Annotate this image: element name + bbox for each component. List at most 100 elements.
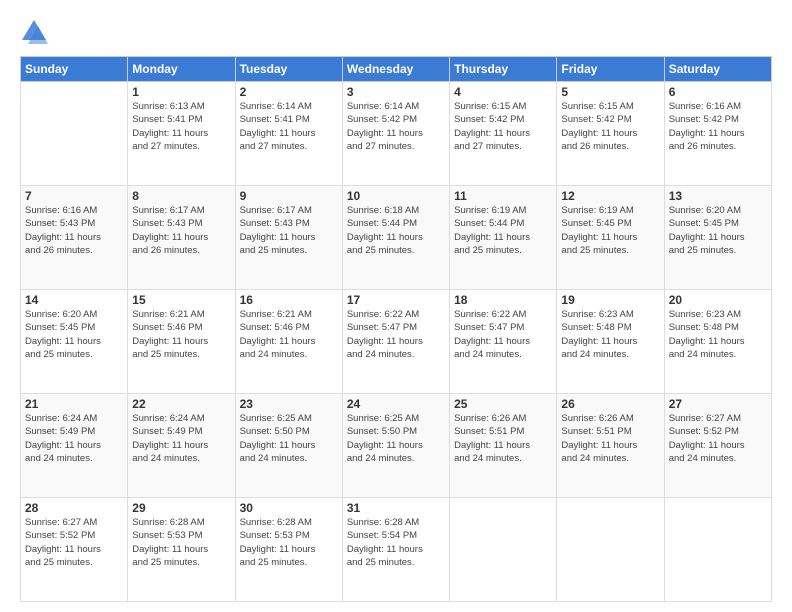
day-info: Sunrise: 6:21 AM Sunset: 5:46 PM Dayligh… bbox=[240, 308, 338, 361]
day-number: 20 bbox=[669, 293, 767, 307]
calendar-cell: 9Sunrise: 6:17 AM Sunset: 5:43 PM Daylig… bbox=[235, 186, 342, 290]
day-number: 17 bbox=[347, 293, 445, 307]
day-number: 5 bbox=[561, 85, 659, 99]
col-header-sunday: Sunday bbox=[21, 57, 128, 82]
calendar-cell: 19Sunrise: 6:23 AM Sunset: 5:48 PM Dayli… bbox=[557, 290, 664, 394]
day-info: Sunrise: 6:18 AM Sunset: 5:44 PM Dayligh… bbox=[347, 204, 445, 257]
calendar-cell: 25Sunrise: 6:26 AM Sunset: 5:51 PM Dayli… bbox=[450, 394, 557, 498]
day-info: Sunrise: 6:21 AM Sunset: 5:46 PM Dayligh… bbox=[132, 308, 230, 361]
calendar-cell: 29Sunrise: 6:28 AM Sunset: 5:53 PM Dayli… bbox=[128, 498, 235, 602]
calendar-cell: 13Sunrise: 6:20 AM Sunset: 5:45 PM Dayli… bbox=[664, 186, 771, 290]
day-number: 15 bbox=[132, 293, 230, 307]
col-header-wednesday: Wednesday bbox=[342, 57, 449, 82]
day-info: Sunrise: 6:22 AM Sunset: 5:47 PM Dayligh… bbox=[454, 308, 552, 361]
day-info: Sunrise: 6:26 AM Sunset: 5:51 PM Dayligh… bbox=[454, 412, 552, 465]
day-number: 4 bbox=[454, 85, 552, 99]
day-info: Sunrise: 6:15 AM Sunset: 5:42 PM Dayligh… bbox=[454, 100, 552, 153]
day-number: 29 bbox=[132, 501, 230, 515]
calendar-cell: 4Sunrise: 6:15 AM Sunset: 5:42 PM Daylig… bbox=[450, 82, 557, 186]
day-info: Sunrise: 6:14 AM Sunset: 5:41 PM Dayligh… bbox=[240, 100, 338, 153]
calendar-cell: 23Sunrise: 6:25 AM Sunset: 5:50 PM Dayli… bbox=[235, 394, 342, 498]
calendar-week-1: 1Sunrise: 6:13 AM Sunset: 5:41 PM Daylig… bbox=[21, 82, 772, 186]
day-info: Sunrise: 6:22 AM Sunset: 5:47 PM Dayligh… bbox=[347, 308, 445, 361]
day-info: Sunrise: 6:16 AM Sunset: 5:42 PM Dayligh… bbox=[669, 100, 767, 153]
day-number: 1 bbox=[132, 85, 230, 99]
day-number: 10 bbox=[347, 189, 445, 203]
calendar-cell: 31Sunrise: 6:28 AM Sunset: 5:54 PM Dayli… bbox=[342, 498, 449, 602]
day-number: 11 bbox=[454, 189, 552, 203]
calendar-cell: 26Sunrise: 6:26 AM Sunset: 5:51 PM Dayli… bbox=[557, 394, 664, 498]
day-number: 12 bbox=[561, 189, 659, 203]
calendar-cell bbox=[557, 498, 664, 602]
calendar-header-row: SundayMondayTuesdayWednesdayThursdayFrid… bbox=[21, 57, 772, 82]
day-info: Sunrise: 6:17 AM Sunset: 5:43 PM Dayligh… bbox=[240, 204, 338, 257]
day-number: 30 bbox=[240, 501, 338, 515]
day-info: Sunrise: 6:23 AM Sunset: 5:48 PM Dayligh… bbox=[669, 308, 767, 361]
col-header-tuesday: Tuesday bbox=[235, 57, 342, 82]
day-number: 24 bbox=[347, 397, 445, 411]
page: SundayMondayTuesdayWednesdayThursdayFrid… bbox=[0, 0, 792, 612]
logo-icon bbox=[20, 18, 48, 46]
day-info: Sunrise: 6:24 AM Sunset: 5:49 PM Dayligh… bbox=[132, 412, 230, 465]
calendar-cell bbox=[450, 498, 557, 602]
logo bbox=[20, 18, 50, 46]
calendar-cell: 8Sunrise: 6:17 AM Sunset: 5:43 PM Daylig… bbox=[128, 186, 235, 290]
day-info: Sunrise: 6:25 AM Sunset: 5:50 PM Dayligh… bbox=[347, 412, 445, 465]
day-number: 25 bbox=[454, 397, 552, 411]
day-number: 13 bbox=[669, 189, 767, 203]
calendar-cell: 1Sunrise: 6:13 AM Sunset: 5:41 PM Daylig… bbox=[128, 82, 235, 186]
calendar-cell: 28Sunrise: 6:27 AM Sunset: 5:52 PM Dayli… bbox=[21, 498, 128, 602]
calendar-cell: 5Sunrise: 6:15 AM Sunset: 5:42 PM Daylig… bbox=[557, 82, 664, 186]
col-header-monday: Monday bbox=[128, 57, 235, 82]
calendar-cell: 16Sunrise: 6:21 AM Sunset: 5:46 PM Dayli… bbox=[235, 290, 342, 394]
day-number: 22 bbox=[132, 397, 230, 411]
calendar-cell: 7Sunrise: 6:16 AM Sunset: 5:43 PM Daylig… bbox=[21, 186, 128, 290]
calendar-cell: 15Sunrise: 6:21 AM Sunset: 5:46 PM Dayli… bbox=[128, 290, 235, 394]
calendar-week-2: 7Sunrise: 6:16 AM Sunset: 5:43 PM Daylig… bbox=[21, 186, 772, 290]
calendar-cell: 3Sunrise: 6:14 AM Sunset: 5:42 PM Daylig… bbox=[342, 82, 449, 186]
day-number: 3 bbox=[347, 85, 445, 99]
header bbox=[20, 18, 772, 46]
day-number: 7 bbox=[25, 189, 123, 203]
day-info: Sunrise: 6:28 AM Sunset: 5:53 PM Dayligh… bbox=[132, 516, 230, 569]
day-info: Sunrise: 6:16 AM Sunset: 5:43 PM Dayligh… bbox=[25, 204, 123, 257]
day-info: Sunrise: 6:26 AM Sunset: 5:51 PM Dayligh… bbox=[561, 412, 659, 465]
calendar-week-3: 14Sunrise: 6:20 AM Sunset: 5:45 PM Dayli… bbox=[21, 290, 772, 394]
day-info: Sunrise: 6:28 AM Sunset: 5:53 PM Dayligh… bbox=[240, 516, 338, 569]
day-info: Sunrise: 6:27 AM Sunset: 5:52 PM Dayligh… bbox=[25, 516, 123, 569]
day-number: 18 bbox=[454, 293, 552, 307]
day-info: Sunrise: 6:27 AM Sunset: 5:52 PM Dayligh… bbox=[669, 412, 767, 465]
day-number: 19 bbox=[561, 293, 659, 307]
col-header-thursday: Thursday bbox=[450, 57, 557, 82]
day-number: 23 bbox=[240, 397, 338, 411]
day-info: Sunrise: 6:13 AM Sunset: 5:41 PM Dayligh… bbox=[132, 100, 230, 153]
day-info: Sunrise: 6:19 AM Sunset: 5:45 PM Dayligh… bbox=[561, 204, 659, 257]
day-info: Sunrise: 6:20 AM Sunset: 5:45 PM Dayligh… bbox=[25, 308, 123, 361]
day-number: 31 bbox=[347, 501, 445, 515]
calendar-week-4: 21Sunrise: 6:24 AM Sunset: 5:49 PM Dayli… bbox=[21, 394, 772, 498]
calendar-table: SundayMondayTuesdayWednesdayThursdayFrid… bbox=[20, 56, 772, 602]
day-info: Sunrise: 6:28 AM Sunset: 5:54 PM Dayligh… bbox=[347, 516, 445, 569]
col-header-friday: Friday bbox=[557, 57, 664, 82]
calendar-cell: 30Sunrise: 6:28 AM Sunset: 5:53 PM Dayli… bbox=[235, 498, 342, 602]
calendar-cell: 20Sunrise: 6:23 AM Sunset: 5:48 PM Dayli… bbox=[664, 290, 771, 394]
calendar-cell: 6Sunrise: 6:16 AM Sunset: 5:42 PM Daylig… bbox=[664, 82, 771, 186]
day-number: 28 bbox=[25, 501, 123, 515]
calendar-cell: 14Sunrise: 6:20 AM Sunset: 5:45 PM Dayli… bbox=[21, 290, 128, 394]
calendar-cell bbox=[21, 82, 128, 186]
calendar-cell bbox=[664, 498, 771, 602]
day-number: 26 bbox=[561, 397, 659, 411]
calendar-cell: 27Sunrise: 6:27 AM Sunset: 5:52 PM Dayli… bbox=[664, 394, 771, 498]
calendar-cell: 24Sunrise: 6:25 AM Sunset: 5:50 PM Dayli… bbox=[342, 394, 449, 498]
day-number: 16 bbox=[240, 293, 338, 307]
calendar-cell: 10Sunrise: 6:18 AM Sunset: 5:44 PM Dayli… bbox=[342, 186, 449, 290]
calendar-cell: 18Sunrise: 6:22 AM Sunset: 5:47 PM Dayli… bbox=[450, 290, 557, 394]
day-info: Sunrise: 6:17 AM Sunset: 5:43 PM Dayligh… bbox=[132, 204, 230, 257]
day-info: Sunrise: 6:25 AM Sunset: 5:50 PM Dayligh… bbox=[240, 412, 338, 465]
calendar-cell: 12Sunrise: 6:19 AM Sunset: 5:45 PM Dayli… bbox=[557, 186, 664, 290]
day-info: Sunrise: 6:19 AM Sunset: 5:44 PM Dayligh… bbox=[454, 204, 552, 257]
day-info: Sunrise: 6:24 AM Sunset: 5:49 PM Dayligh… bbox=[25, 412, 123, 465]
day-number: 6 bbox=[669, 85, 767, 99]
day-number: 2 bbox=[240, 85, 338, 99]
day-number: 9 bbox=[240, 189, 338, 203]
